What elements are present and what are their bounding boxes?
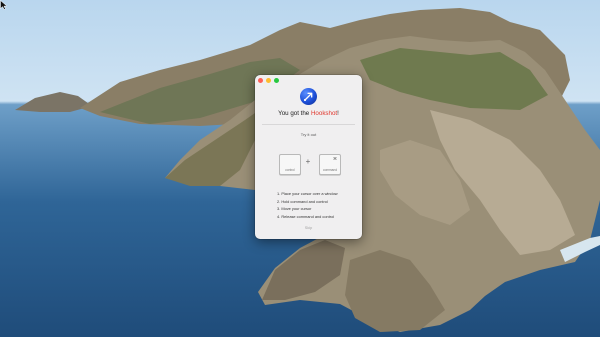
mouse-pointer-icon <box>0 0 8 10</box>
headline: You got the Hookshot! <box>255 110 362 117</box>
close-button[interactable] <box>258 78 263 83</box>
headline-suffix: ! <box>337 110 339 117</box>
skip-button[interactable]: Skip <box>255 226 362 230</box>
instruction-step: 4. Release command and control <box>277 213 335 219</box>
window-controls <box>258 78 279 83</box>
plus-sign: + <box>305 157 311 166</box>
brand-name: Hookshot <box>310 110 338 117</box>
try-it-out-label: Try it out <box>300 132 317 137</box>
command-key-symbol: ⌘ <box>333 156 337 161</box>
instruction-list: 1. Place your cursor over a window 2. Ho… <box>277 190 338 220</box>
onboarding-window: You got the Hookshot! Try it out control… <box>255 75 362 239</box>
instruction-step: 1. Place your cursor over a window <box>277 191 338 196</box>
command-key-label: command <box>323 168 337 172</box>
headline-prefix: You got the <box>278 110 311 117</box>
minimize-button[interactable] <box>266 78 271 83</box>
hook-arrow-icon <box>300 88 317 105</box>
control-key: control <box>279 154 301 175</box>
instruction-step: 3. Move your cursor <box>277 206 312 211</box>
control-key-label: control <box>285 168 295 172</box>
command-key: ⌘ command <box>319 154 341 175</box>
divider <box>262 124 355 125</box>
maximize-button[interactable] <box>274 78 279 83</box>
instruction-step: 2. Hold command and control <box>277 198 328 204</box>
